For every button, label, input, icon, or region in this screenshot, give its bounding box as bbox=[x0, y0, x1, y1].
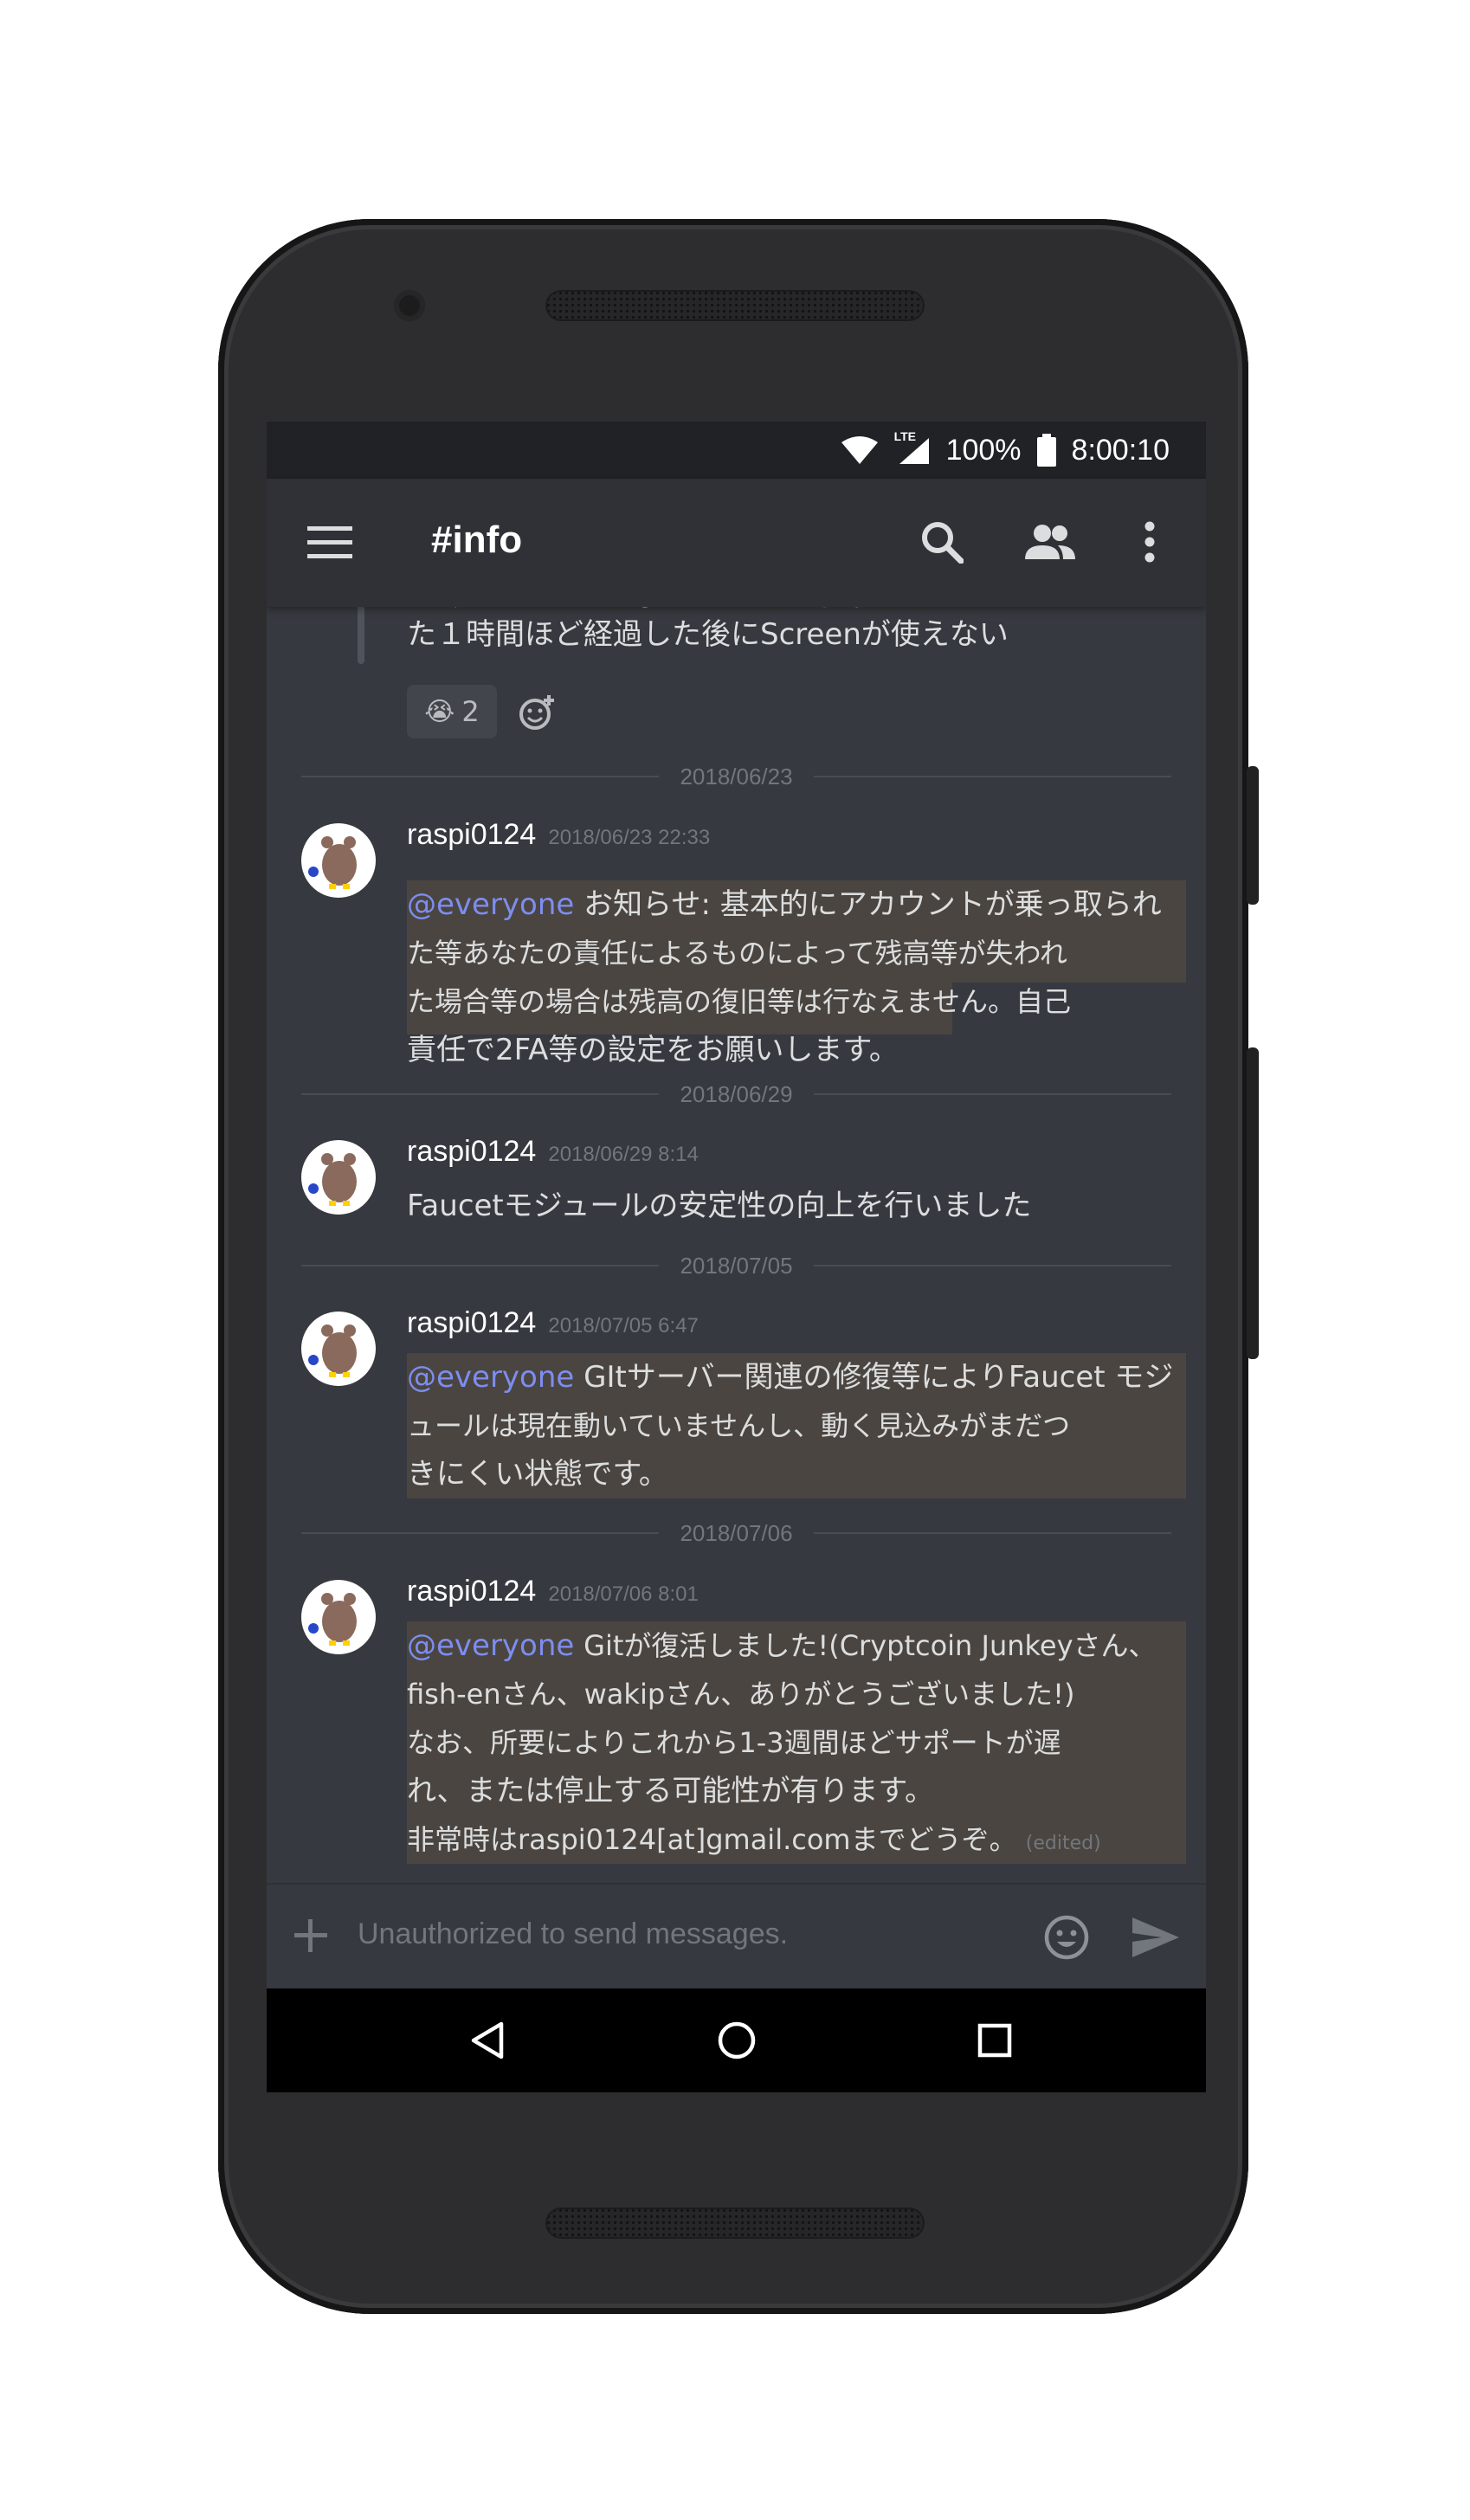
home-icon[interactable] bbox=[711, 2014, 763, 2066]
avatar[interactable] bbox=[301, 1140, 376, 1215]
crying-emoji: 😭 bbox=[424, 696, 455, 727]
plus-icon[interactable] bbox=[293, 1917, 329, 1954]
recents-icon[interactable] bbox=[969, 2014, 1021, 2066]
more-vertical-icon[interactable] bbox=[1119, 512, 1180, 572]
timestamp: 2018/06/23 22:33 bbox=[548, 826, 711, 849]
timestamp: 2018/06/29 8:14 bbox=[548, 1143, 699, 1166]
volume-button bbox=[1247, 1047, 1259, 1359]
date-label: 2018/07/05 bbox=[680, 1252, 793, 1279]
battery-percent: 100% bbox=[945, 433, 1022, 467]
message-author-row: raspi0124 2018/07/05 6:47 bbox=[407, 1306, 699, 1340]
channel-title: #info bbox=[431, 519, 523, 561]
send-icon[interactable] bbox=[1131, 1916, 1181, 1959]
edited-label: (edited) bbox=[1025, 1833, 1101, 1854]
date-divider: 2018/06/23 bbox=[301, 761, 1172, 792]
timestamp: 2018/07/06 8:01 bbox=[548, 1582, 699, 1606]
message-author-row: raspi0124 2018/07/06 8:01 bbox=[407, 1575, 699, 1608]
author-name[interactable]: raspi0124 bbox=[407, 1306, 536, 1339]
emoji-icon[interactable] bbox=[1043, 1914, 1090, 1961]
partial-line-2: た１時間ほど経過した後にScreenが使えない bbox=[407, 617, 1009, 652]
date-divider: 2018/06/29 bbox=[301, 1079, 1172, 1110]
avatar[interactable] bbox=[301, 1580, 376, 1654]
top-speaker bbox=[545, 290, 925, 321]
reaction-chip[interactable]: 😭 2 bbox=[407, 685, 497, 738]
top-app-bar: #info bbox=[267, 479, 1206, 607]
avatar[interactable] bbox=[301, 1312, 376, 1386]
screen: LTE 100% 8:00:10 #info ンくンノノーソン。ルノこてたわりと… bbox=[267, 422, 1206, 2092]
author-name[interactable]: raspi0124 bbox=[407, 1135, 536, 1168]
mention-everyone[interactable]: @everyone bbox=[407, 1360, 574, 1395]
message-text: @everyone お知らせ: 基本的にアカウントが乗っ取られ た等あなたの責任… bbox=[407, 887, 1162, 1067]
message-input-bar: Unauthorized to send messages. bbox=[267, 1883, 1206, 1990]
members-icon[interactable] bbox=[1020, 512, 1080, 572]
date-label: 2018/06/23 bbox=[680, 763, 793, 790]
wifi-icon bbox=[841, 436, 878, 464]
quote-bar bbox=[358, 607, 364, 664]
mention-everyone[interactable]: @everyone bbox=[407, 887, 574, 922]
message-author-row: raspi0124 2018/06/23 22:33 bbox=[407, 818, 710, 852]
message-input[interactable]: Unauthorized to send messages. bbox=[358, 1917, 788, 1951]
add-reaction-icon[interactable] bbox=[518, 693, 556, 732]
date-divider: 2018/07/06 bbox=[301, 1518, 1172, 1549]
clock: 8:00:10 bbox=[1071, 433, 1170, 467]
system-nav-bar bbox=[267, 1988, 1206, 2092]
menu-icon[interactable] bbox=[300, 512, 360, 572]
message-text: Faucetモジュールの安定性の向上を行いました bbox=[407, 1189, 1032, 1223]
date-divider: 2018/07/05 bbox=[301, 1250, 1172, 1281]
message-text: @everyone Gitが復活しました!(Cryptcoin Junkeyさん… bbox=[407, 1628, 1157, 1856]
mention-everyone[interactable]: @everyone bbox=[407, 1628, 574, 1663]
reaction-count: 2 bbox=[461, 695, 480, 728]
partial-message: ンくンノノーソン。ルノこてたわりと た１時間ほど経過した後にScreenが使えな… bbox=[267, 607, 1206, 754]
front-camera bbox=[394, 290, 425, 321]
status-bar: LTE 100% 8:00:10 bbox=[267, 422, 1206, 479]
message-author-row: raspi0124 2018/06/29 8:14 bbox=[407, 1135, 699, 1169]
search-icon[interactable] bbox=[912, 512, 972, 572]
back-icon[interactable] bbox=[461, 2014, 513, 2066]
signal-icon: LTE bbox=[894, 429, 931, 466]
avatar[interactable] bbox=[301, 823, 376, 898]
bottom-speaker bbox=[545, 2207, 925, 2239]
timestamp: 2018/07/05 6:47 bbox=[548, 1314, 699, 1337]
author-name[interactable]: raspi0124 bbox=[407, 818, 536, 851]
power-button bbox=[1247, 766, 1259, 905]
date-label: 2018/07/06 bbox=[680, 1519, 793, 1546]
message-text: @everyone GItサーバー関連の修復等によりFaucet モジ ュールは… bbox=[407, 1360, 1174, 1492]
author-name[interactable]: raspi0124 bbox=[407, 1575, 536, 1608]
date-label: 2018/06/29 bbox=[680, 1080, 793, 1107]
battery-icon bbox=[1036, 434, 1056, 467]
message-feed[interactable]: ンくンノノーソン。ルノこてたわりと た１時間ほど経過した後にScreenが使えな… bbox=[267, 607, 1206, 1883]
